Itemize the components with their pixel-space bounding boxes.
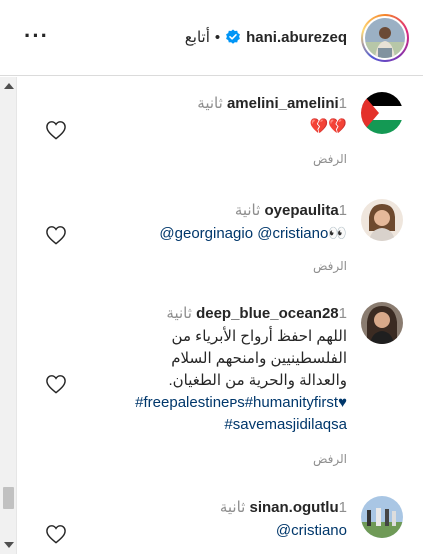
- scroll-up-arrow-icon[interactable]: [4, 83, 14, 89]
- commenter-photo-icon: [361, 302, 403, 344]
- comment-text-line: الفلسطينيين وامنحهم السلام: [171, 350, 347, 367]
- follow-button[interactable]: أتابع: [185, 28, 210, 46]
- commenter-username[interactable]: oyepaulita: [264, 202, 338, 219]
- commenter-avatar[interactable]: [361, 496, 403, 538]
- reply-button[interactable]: الرفض: [87, 152, 347, 166]
- commenter-photo-icon: [361, 199, 403, 241]
- comment-text: @georginagio @cristiano👀: [87, 223, 347, 245]
- heart-outline-icon[interactable]: [45, 120, 67, 140]
- more-options-button[interactable]: ···: [24, 22, 49, 50]
- author-avatar-image: [365, 18, 405, 58]
- commenter-username[interactable]: amelini_amelini: [227, 95, 339, 112]
- comment-text: @cristiano: [87, 520, 347, 542]
- scroll-down-arrow-icon[interactable]: [4, 542, 14, 548]
- post-author-avatar[interactable]: [361, 14, 409, 62]
- commenter-username[interactable]: sinan.ogutlu: [249, 499, 338, 516]
- hashtag-link[interactable]: #savemasjidilaqsa: [224, 416, 347, 433]
- mention-link[interactable]: @cristiano: [257, 225, 328, 242]
- hashtag-link[interactable]: #freepalestineᴘs: [135, 394, 245, 411]
- heart-outline-icon[interactable]: [45, 524, 67, 544]
- commenter-avatar[interactable]: [361, 92, 403, 134]
- post-header: ··· أتابع • hani.aburezeq: [0, 0, 423, 76]
- scrollbar-thumb[interactable]: [3, 487, 14, 509]
- reply-button[interactable]: الرفض: [87, 452, 347, 466]
- commenter-avatar[interactable]: [361, 199, 403, 241]
- palestine-flag-avatar-icon: [361, 92, 403, 134]
- commenter-photo-icon: [361, 496, 403, 538]
- post-author-username[interactable]: hani.aburezeq: [246, 29, 347, 46]
- comment-text-line: اللهم احفظ أرواح الأبرياء من: [171, 328, 347, 345]
- hashtag-link[interactable]: #humanityfirst♥: [245, 394, 347, 411]
- mention-link[interactable]: @georginagio: [159, 225, 253, 242]
- scrollbar[interactable]: [0, 77, 17, 554]
- comment-text-line: والعدالة والحرية من الطغيان.: [168, 372, 347, 389]
- reply-button[interactable]: الرفض: [87, 259, 347, 273]
- heart-outline-icon[interactable]: [45, 225, 67, 245]
- heart-outline-icon[interactable]: [45, 374, 67, 394]
- comment-text: اللهم احفظ أرواح الأبرياء من الفلسطينيين…: [87, 326, 347, 436]
- mention-link[interactable]: @cristiano: [276, 522, 347, 539]
- eyes-emoji: 👀: [328, 225, 347, 242]
- comment-text: 💔💔: [309, 118, 347, 135]
- separator-dot: •: [214, 28, 221, 46]
- commenter-username[interactable]: deep_blue_ocean28: [196, 305, 339, 322]
- header-user-line: أتابع • hani.aburezeq: [185, 28, 347, 47]
- verified-badge-icon: [225, 29, 241, 45]
- commenter-avatar[interactable]: [361, 302, 403, 344]
